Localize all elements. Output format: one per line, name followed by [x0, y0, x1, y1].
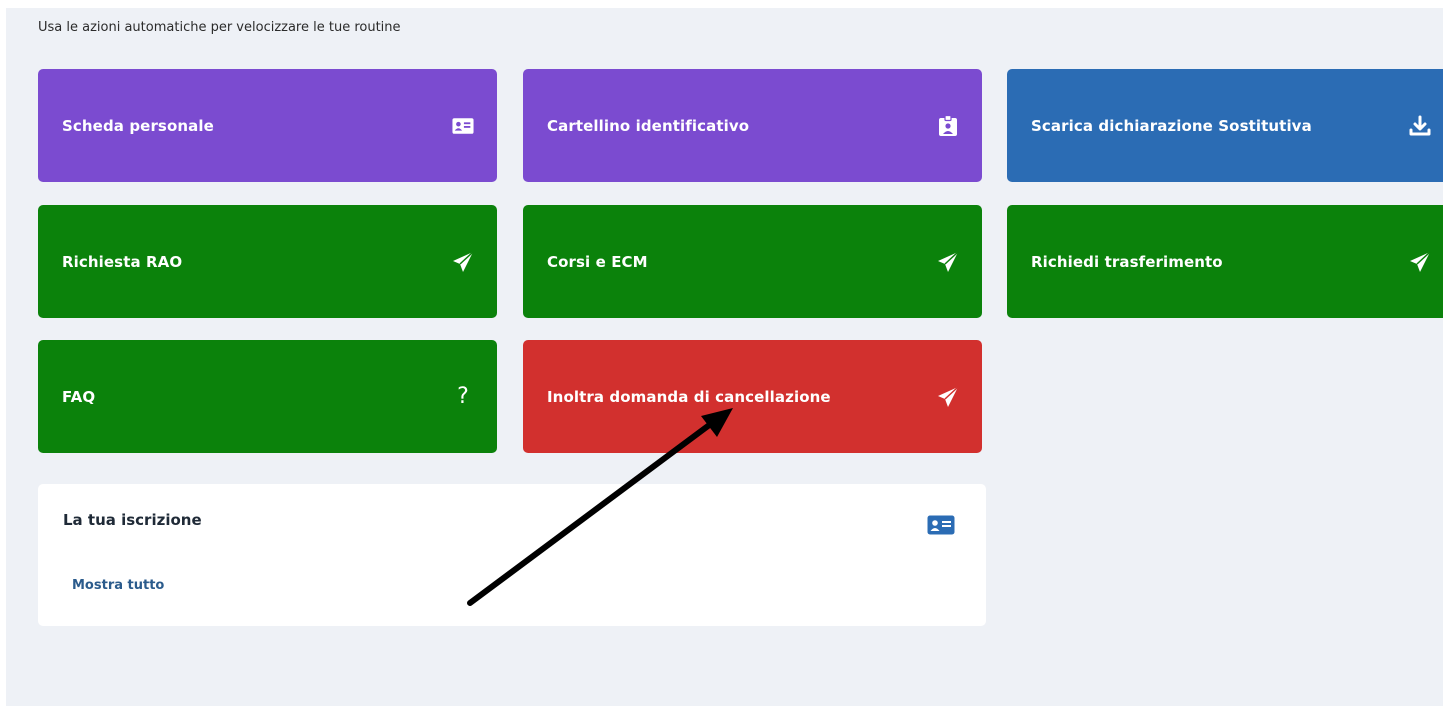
richiedi-trasferimento-button[interactable]: Richiedi trasferimento [1007, 205, 1443, 318]
card-label: Richiedi trasferimento [1031, 252, 1223, 271]
card-label: Scheda personale [62, 116, 214, 135]
download-icon [1409, 115, 1431, 137]
card-label: Richiesta RAO [62, 252, 183, 271]
card-label: Corsi e ECM [547, 252, 648, 271]
dashboard-page: Usa le azioni automatiche per velocizzar… [6, 8, 1443, 706]
question-icon: ? [457, 383, 469, 409]
corsi-ecm-button[interactable]: Corsi e ECM [523, 205, 982, 318]
id-card-icon [452, 115, 474, 137]
send-icon [452, 250, 474, 273]
send-icon [1409, 250, 1431, 273]
card-label: FAQ [62, 387, 96, 406]
badge-icon [937, 114, 959, 137]
show-all-link[interactable]: Mostra tutto [72, 578, 164, 593]
card-label: Cartellino identificativo [547, 116, 750, 135]
id-card-icon [927, 515, 955, 535]
send-icon [937, 250, 959, 273]
card-label: Scarica dichiarazione Sostitutiva [1031, 116, 1312, 135]
subscription-card: La tua iscrizione Mostra tutto [38, 484, 986, 626]
page-subtitle: Usa le azioni automatiche per velocizzar… [38, 20, 401, 35]
card-label: Inoltra domanda di cancellazione [547, 387, 831, 406]
inoltra-cancellazione-button[interactable]: Inoltra domanda di cancellazione [523, 340, 982, 453]
cartellino-identificativo-button[interactable]: Cartellino identificativo [523, 69, 982, 182]
scarica-dichiarazione-button[interactable]: Scarica dichiarazione Sostitutiva [1007, 69, 1443, 182]
subscription-title: La tua iscrizione [63, 511, 202, 529]
send-icon [937, 385, 959, 408]
scheda-personale-button[interactable]: Scheda personale [38, 69, 497, 182]
richiesta-rao-button[interactable]: Richiesta RAO [38, 205, 497, 318]
faq-button[interactable]: FAQ ? [38, 340, 497, 453]
